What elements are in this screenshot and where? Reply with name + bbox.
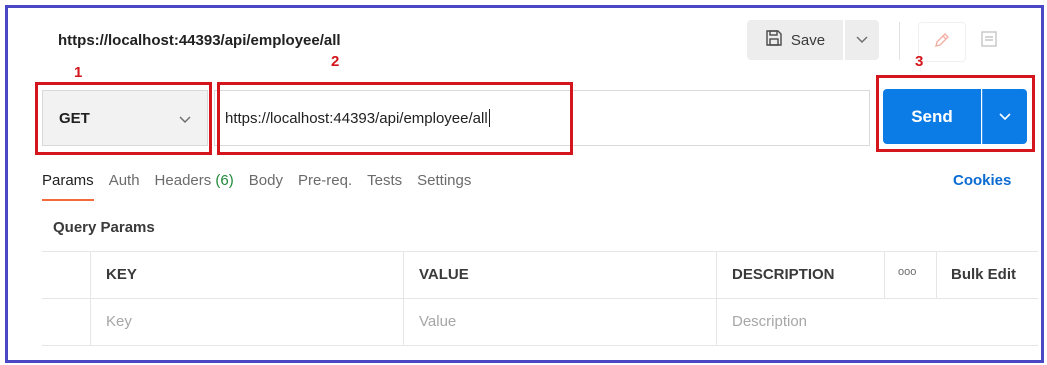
tab-settings[interactable]: Settings — [417, 172, 471, 199]
annotation-box-send — [876, 75, 1035, 152]
column-header-description: DESCRIPTION — [732, 266, 835, 283]
annotation-2: 2 — [331, 53, 340, 70]
table-column-divider — [90, 251, 91, 345]
annotation-box-method — [35, 82, 212, 155]
tab-auth[interactable]: Auth — [109, 172, 140, 199]
save-label: Save — [790, 31, 826, 49]
tab-label: Headers — [154, 172, 212, 189]
tab-tests[interactable]: Tests — [367, 172, 402, 199]
param-description-input[interactable]: Description — [732, 313, 807, 330]
column-header-value: VALUE — [419, 266, 469, 283]
request-tabs: Params Auth Headers (6) Body Pre-req. Te… — [42, 172, 486, 201]
query-params-title: Query Params — [53, 219, 155, 236]
more-icon[interactable]: ooo — [898, 266, 916, 278]
annotation-box-url — [217, 82, 573, 155]
save-button[interactable]: Save — [747, 20, 843, 60]
annotation-3: 3 — [915, 53, 924, 70]
tab-label: Tests — [367, 172, 403, 189]
tab-label: Auth — [108, 172, 140, 189]
toolbar-divider — [899, 22, 900, 60]
comment-icon — [980, 30, 998, 53]
param-key-input[interactable]: Key — [106, 313, 132, 330]
table-column-divider — [403, 251, 404, 345]
tab-label: Params — [42, 172, 94, 189]
table-column-divider — [936, 251, 937, 298]
table-column-divider — [716, 251, 717, 345]
pencil-icon — [933, 31, 951, 54]
chevron-down-icon — [856, 31, 868, 49]
edit-button[interactable] — [918, 22, 966, 62]
tab-pre-request[interactable]: Pre-req. — [298, 172, 352, 199]
tab-label: Settings — [417, 172, 472, 189]
column-header-key: KEY — [106, 266, 137, 283]
table-column-divider — [884, 251, 885, 298]
tab-body[interactable]: Body — [249, 172, 283, 199]
tab-headers[interactable]: Headers (6) — [155, 172, 234, 199]
table-border-middle — [42, 298, 1038, 299]
tab-params[interactable]: Params — [42, 172, 94, 201]
table-border-bottom — [42, 345, 1038, 346]
request-title: https://localhost:44393/api/employee/all — [58, 32, 341, 49]
cookies-link[interactable]: Cookies — [953, 172, 1011, 189]
param-value-input[interactable]: Value — [419, 313, 456, 330]
tab-label: Pre-req. — [297, 172, 353, 189]
save-options-button[interactable] — [845, 20, 879, 60]
comments-button[interactable] — [966, 22, 1012, 60]
table-border-top — [42, 251, 1038, 252]
save-icon — [765, 29, 783, 51]
bulk-edit-button[interactable]: Bulk Edit — [951, 266, 1016, 283]
annotation-1: 1 — [74, 64, 83, 81]
tab-label: Body — [248, 172, 283, 189]
headers-count: (6) — [215, 172, 234, 189]
